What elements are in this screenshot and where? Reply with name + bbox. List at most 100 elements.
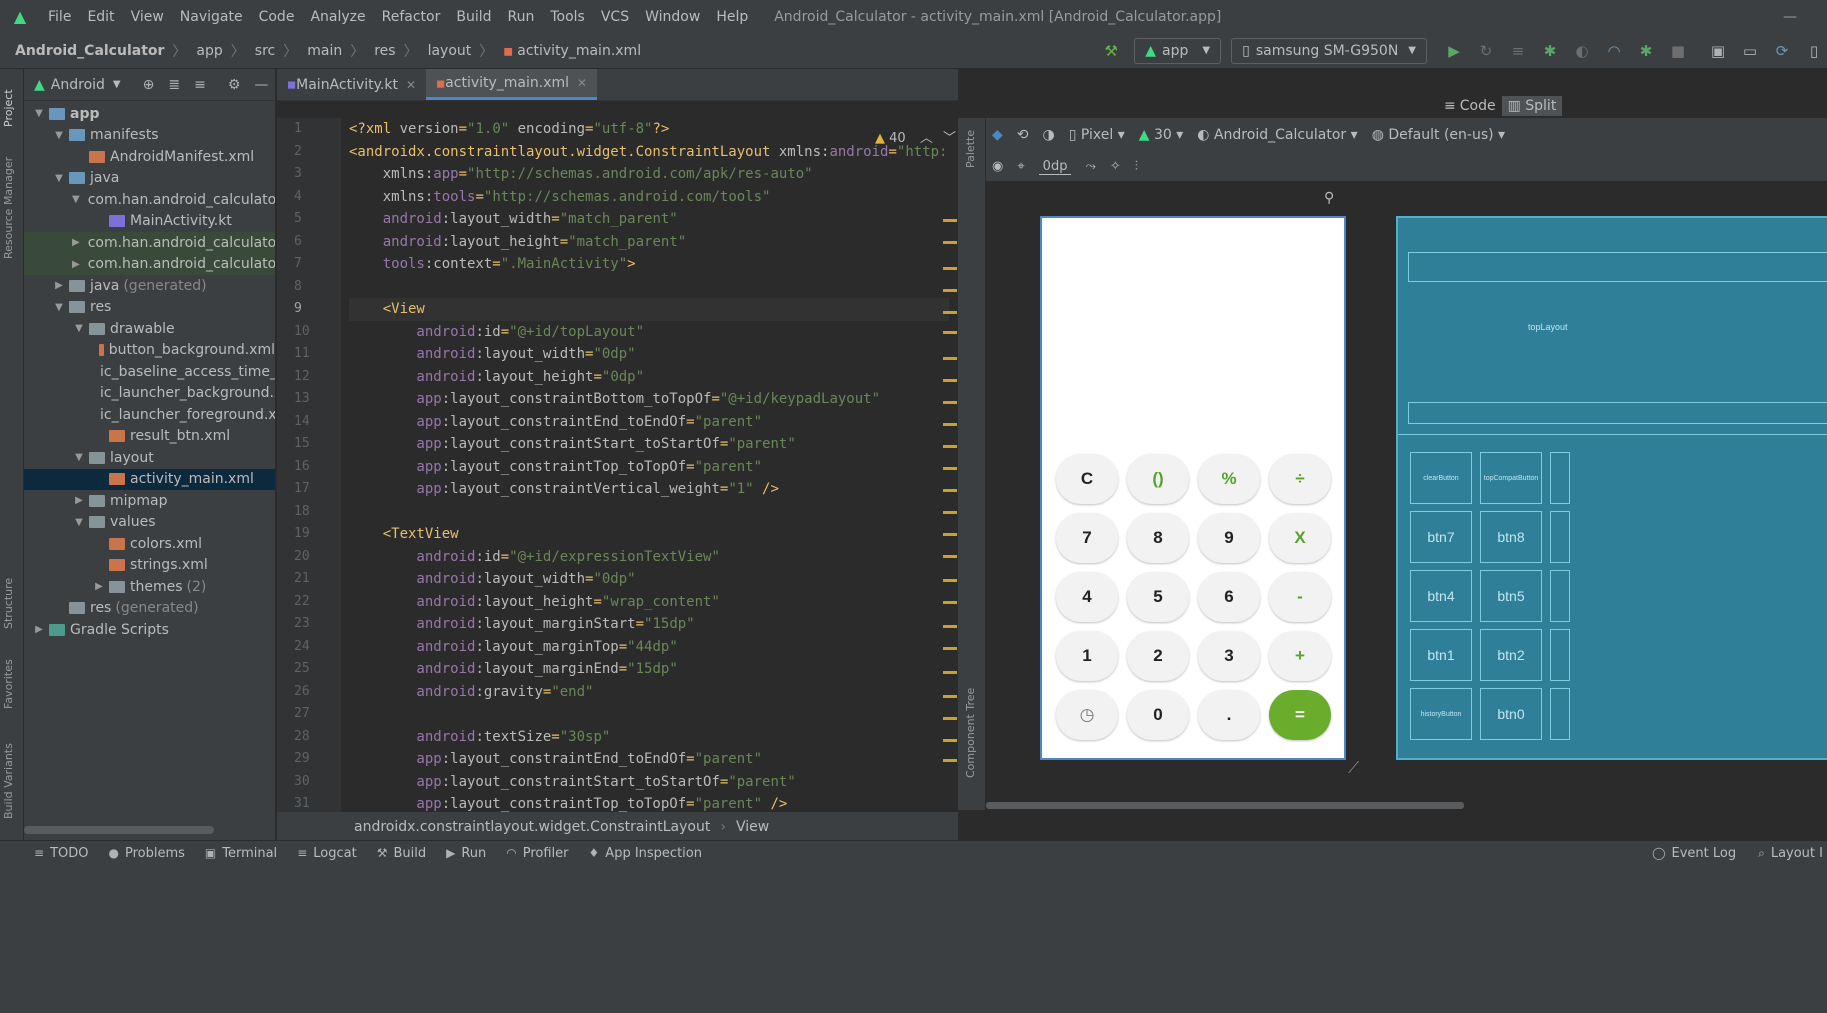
tree-node[interactable]: ▶ Gradle Scripts xyxy=(24,619,275,641)
clear-constraints-icon[interactable]: ⤳ xyxy=(1085,159,1095,174)
chevron-down-icon[interactable]: ▼ xyxy=(72,323,86,334)
editor-crumb-root[interactable]: androidx.constraintlayout.widget.Constra… xyxy=(354,819,710,835)
hide-panel-icon[interactable]: — xyxy=(254,77,268,93)
error-stripe[interactable] xyxy=(941,118,957,818)
warning-marker[interactable] xyxy=(943,331,957,334)
warning-marker[interactable] xyxy=(943,379,957,382)
attach-debugger-icon[interactable]: ✱ xyxy=(1633,42,1659,60)
night-mode-icon[interactable]: ◑ xyxy=(1043,127,1055,143)
tree-node[interactable]: ▼ layout xyxy=(24,447,275,469)
tree-node[interactable]: ▼ manifests xyxy=(24,125,275,147)
layout-inspector-tool[interactable]: ⌕ Layout I xyxy=(1758,846,1823,861)
digit-3-button[interactable]: 3 xyxy=(1198,631,1260,681)
history-button[interactable]: ◷ xyxy=(1056,690,1118,740)
equals-button[interactable]: = xyxy=(1269,690,1331,740)
blueprint-btn5[interactable]: btn5 xyxy=(1480,570,1542,622)
editor-tab[interactable]: ◼ MainActivity.kt ✕ xyxy=(277,69,426,100)
code-line[interactable]: app:layout_constraintBottom_toTopOf="@+i… xyxy=(349,388,949,411)
tree-node[interactable]: ▼ java xyxy=(24,168,275,190)
theme-select[interactable]: ◐ Android_Calculator ▾ xyxy=(1197,127,1357,143)
blueprint-cell[interactable] xyxy=(1550,452,1570,504)
tool-window-run[interactable]: ▶ Run xyxy=(446,846,486,861)
profile-icon[interactable]: ◠ xyxy=(1601,42,1627,60)
code-line[interactable]: android:id="@+id/expressionTextView" xyxy=(349,546,949,569)
tree-node[interactable]: colors.xml xyxy=(24,533,275,555)
warning-marker[interactable] xyxy=(943,579,957,582)
blueprint-btn7[interactable]: btn7 xyxy=(1410,511,1472,563)
autoconnect-icon[interactable]: ⌖ xyxy=(1017,159,1024,174)
warning-marker[interactable] xyxy=(943,601,957,604)
warning-marker[interactable] xyxy=(943,311,957,314)
blueprint-preview[interactable]: topLayout clearButton topCompatButton btn7 b… xyxy=(1396,216,1827,760)
chevron-down-icon[interactable]: ▼ xyxy=(72,452,86,463)
menu-view[interactable]: View xyxy=(123,9,172,25)
stop-icon[interactable]: ■ xyxy=(1665,42,1691,60)
warning-marker[interactable] xyxy=(943,423,957,426)
chevron-down-icon[interactable]: ▼ xyxy=(52,130,66,141)
tree-node[interactable]: ▶com.han.android_calculator( xyxy=(24,253,275,275)
code-line[interactable]: <androidx.constraintlayout.widget.Constr… xyxy=(349,141,949,164)
menu-file[interactable]: File xyxy=(40,9,79,25)
code-line[interactable] xyxy=(349,703,949,726)
editor-tab[interactable]: ◼ activity_main.xml ✕ xyxy=(426,69,598,100)
warning-marker[interactable] xyxy=(943,671,957,674)
favorites-tool-tab[interactable]: Favorites xyxy=(2,659,15,709)
multiply-button[interactable]: X xyxy=(1269,513,1331,563)
coverage-icon[interactable]: ◐ xyxy=(1569,42,1595,60)
tool-window-logcat[interactable]: ≡ Logcat xyxy=(297,846,357,861)
digit-1-button[interactable]: 1 xyxy=(1056,631,1118,681)
menu-window[interactable]: Window xyxy=(637,9,708,25)
device-select[interactable]: ▯ Pixel ▾ xyxy=(1069,127,1125,143)
blueprint-clearButton[interactable]: clearButton xyxy=(1410,452,1472,504)
digit-2-button[interactable]: 2 xyxy=(1127,631,1189,681)
tree-node[interactable]: ▼ app xyxy=(24,103,275,125)
device-select[interactable]: ▯ samsung SM-G950N ▼ xyxy=(1231,37,1427,64)
parentheses-button[interactable]: () xyxy=(1127,454,1189,504)
menu-run[interactable]: Run xyxy=(500,9,543,25)
code-line[interactable]: android:id="@+id/topLayout" xyxy=(349,321,949,344)
code-line[interactable]: tools:context=".MainActivity"> xyxy=(349,253,949,276)
project-panel-scrollbar[interactable] xyxy=(24,826,214,834)
chevron-right-icon[interactable]: ▶ xyxy=(92,581,106,592)
breadcrumb-item[interactable]: main xyxy=(297,43,342,59)
tree-node[interactable]: MainActivity.kt xyxy=(24,211,275,233)
tree-node[interactable]: res (generated) xyxy=(24,598,275,620)
avd-manager-icon[interactable]: ▭ xyxy=(1737,42,1763,60)
menu-vcs[interactable]: VCS xyxy=(593,9,637,25)
divide-button[interactable]: ÷ xyxy=(1269,454,1331,504)
digit-0-button[interactable]: 0 xyxy=(1127,690,1189,740)
apply-code-changes-icon[interactable]: ≡ xyxy=(1505,42,1531,60)
code-line[interactable]: <?xml version="1.0" encoding="utf-8"?> xyxy=(349,118,949,141)
tree-node[interactable]: ▼ com.han.android_calculator xyxy=(24,189,275,211)
digit-6-button[interactable]: 6 xyxy=(1198,572,1260,622)
chevron-right-icon[interactable]: ▶ xyxy=(72,237,80,248)
warning-marker[interactable] xyxy=(943,445,957,448)
breadcrumb-item[interactable]: app xyxy=(186,43,222,59)
tree-node[interactable]: ▼ res xyxy=(24,297,275,319)
digit-8-button[interactable]: 8 xyxy=(1127,513,1189,563)
blueprint-btn8[interactable]: btn8 xyxy=(1480,511,1542,563)
design-scrollbar[interactable] xyxy=(986,802,1464,809)
warning-marker[interactable] xyxy=(943,241,957,244)
chevron-down-icon[interactable]: ▼ xyxy=(72,194,80,205)
locale-select[interactable]: ◍ Default (en-us) ▾ xyxy=(1372,127,1505,143)
menu-code[interactable]: Code xyxy=(251,9,303,25)
code-line[interactable]: android:layout_height="wrap_content" xyxy=(349,591,949,614)
chevron-down-icon[interactable]: ▼ xyxy=(52,173,66,184)
menu-refactor[interactable]: Refactor xyxy=(374,9,449,25)
code-line[interactable]: android:layout_width="0dp" xyxy=(349,343,949,366)
warning-marker[interactable] xyxy=(943,267,957,270)
blueprint-expression-view[interactable] xyxy=(1408,252,1827,282)
tool-window-problems[interactable]: ● Problems xyxy=(108,846,184,861)
blueprint-cell[interactable] xyxy=(1550,511,1570,563)
breadcrumb-item[interactable]: ◼ activity_main.xml xyxy=(493,43,641,59)
api-select[interactable]: ▲ 30 ▾ xyxy=(1139,127,1184,143)
code-line[interactable]: android:layout_marginStart="15dp" xyxy=(349,613,949,636)
code-line[interactable]: android:layout_height="0dp" xyxy=(349,366,949,389)
sync-gradle-icon[interactable]: ⟳ xyxy=(1769,42,1795,60)
code-line[interactable] xyxy=(349,501,949,524)
minus-button[interactable]: - xyxy=(1269,572,1331,622)
tree-node[interactable]: strings.xml xyxy=(24,555,275,577)
warning-marker[interactable] xyxy=(943,401,957,404)
code-line[interactable] xyxy=(349,276,949,299)
